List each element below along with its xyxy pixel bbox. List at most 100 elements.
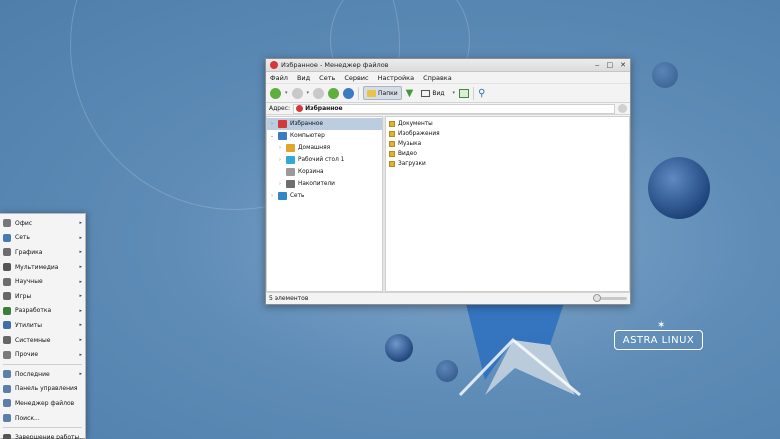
expand-arrow-icon[interactable]: › <box>277 157 283 163</box>
tree-item[interactable]: › Сеть <box>267 190 382 202</box>
expand-arrow-icon[interactable]: › <box>277 145 283 151</box>
app-icon <box>270 61 278 69</box>
tree-item[interactable]: › Рабочий стол 1 <box>267 154 382 166</box>
menu-file[interactable]: Файл <box>270 74 288 82</box>
start-menu-item[interactable]: Игры ▸ <box>0 289 85 304</box>
menu-category-icon <box>3 306 11 315</box>
start-menu-item-label: Научные <box>15 278 43 286</box>
start-menu-item-label: Сеть <box>15 234 30 242</box>
submenu-arrow-icon: ▸ <box>79 249 82 256</box>
view-label: Вид <box>432 89 445 97</box>
window-titlebar[interactable]: Избранное - Менеджер файлов ‒ □ ✕ <box>266 59 630 72</box>
start-menu-item-label: Поиск... <box>15 414 40 422</box>
menu-category-icon <box>3 248 11 257</box>
file-item[interactable]: Документы <box>386 119 629 129</box>
start-menu-item[interactable]: Разработка ▸ <box>0 304 85 319</box>
file-item[interactable]: Изображения <box>386 129 629 139</box>
home-nav-icon[interactable] <box>328 87 340 99</box>
menu-help[interactable]: Справка <box>423 74 452 82</box>
file-manager-window[interactable]: Избранное - Менеджер файлов ‒ □ ✕ Файл В… <box>265 58 631 305</box>
view-dropdown-icon[interactable]: ▾ <box>453 90 456 96</box>
astra-linux-logo: ASTRA LINUX <box>614 330 703 350</box>
expand-arrow-icon[interactable]: ⌄ <box>269 133 275 139</box>
file-list[interactable]: Документы Изображения Музыка Видео Загрузки <box>385 116 630 292</box>
drives-icon <box>286 180 295 188</box>
zoom-slider[interactable] <box>593 294 627 302</box>
zoom-slider-handle[interactable] <box>593 294 601 302</box>
start-menu-item[interactable]: Поиск... <box>0 411 85 426</box>
submenu-arrow-icon: ▸ <box>79 351 82 358</box>
tree-item[interactable]: ⌄ Компьютер <box>267 130 382 142</box>
refresh-icon[interactable] <box>343 87 355 99</box>
up-icon[interactable] <box>313 87 325 99</box>
menu-category-icon <box>3 233 11 242</box>
home-icon <box>286 144 295 152</box>
back-icon[interactable] <box>270 87 281 99</box>
start-menu-item[interactable]: Мультимедиа ▸ <box>0 260 85 275</box>
back-dropdown-icon[interactable]: ▾ <box>285 90 288 96</box>
start-menu-item[interactable]: Сеть ▸ <box>0 231 85 246</box>
start-menu: Офис ▸ Сеть ▸ Графика ▸ Мультимедиа ▸ Научные ▸ Иг… <box>0 213 86 439</box>
start-menu-item-label: Менеджер файлов <box>15 399 75 407</box>
view-button[interactable]: Вид <box>417 86 448 100</box>
menu-view[interactable]: Вид <box>297 74 310 82</box>
submenu-arrow-icon: ▸ <box>79 293 82 300</box>
expand-arrow-icon[interactable]: › <box>269 121 275 127</box>
address-bar: Адрес: Избранное <box>266 103 630 115</box>
file-item[interactable]: Видео <box>386 149 629 159</box>
menu-divider <box>3 363 82 365</box>
address-clear-icon[interactable] <box>618 104 627 113</box>
tree-item[interactable]: › Накопители <box>267 178 382 190</box>
filter-icon[interactable]: ▼ <box>406 88 414 99</box>
menu-settings[interactable]: Настройка <box>378 74 414 82</box>
start-menu-item[interactable]: Менеджер файлов <box>0 396 85 411</box>
computer-icon <box>278 132 287 140</box>
menu-service[interactable]: Сервис <box>344 74 368 82</box>
start-menu-item[interactable]: Прочие ▸ <box>0 347 85 362</box>
folder-tree[interactable]: › Избранное ⌄ Компьютер › Домашняя › Рабочий ст… <box>266 116 383 292</box>
maximize-icon[interactable]: □ <box>607 61 614 69</box>
menu-category-icon <box>3 370 11 379</box>
split-view-icon[interactable] <box>459 88 470 98</box>
start-menu-item[interactable]: Утилиты ▸ <box>0 318 85 333</box>
forward-icon[interactable] <box>291 87 303 99</box>
view-icon <box>421 89 431 97</box>
menu-network[interactable]: Сеть <box>319 74 335 82</box>
trash-icon <box>286 168 295 176</box>
start-menu-item[interactable]: Научные ▸ <box>0 274 85 289</box>
tree-item-label: Домашняя <box>298 145 331 151</box>
window-title: Избранное - Менеджер файлов <box>281 61 389 69</box>
folders-button[interactable]: Папки <box>363 86 402 100</box>
logout-item[interactable]: Завершение работы... <box>0 430 85 439</box>
expand-arrow-icon[interactable]: › <box>277 181 283 187</box>
address-input[interactable]: Избранное <box>293 103 615 114</box>
submenu-arrow-icon: ▸ <box>79 307 82 314</box>
start-menu-item[interactable]: Последние ▸ <box>0 367 85 382</box>
start-menu-item[interactable]: Офис ▸ <box>0 216 85 231</box>
tree-item[interactable]: › Домашняя <box>267 142 382 154</box>
toolbar-divider <box>358 86 360 100</box>
expand-arrow-icon[interactable]: › <box>269 193 275 199</box>
start-menu-item[interactable]: Графика ▸ <box>0 245 85 260</box>
menu-category-icon <box>3 219 11 228</box>
start-menu-item-label: Мультимедиа <box>15 263 59 271</box>
file-item[interactable]: Загрузки <box>386 159 629 169</box>
tree-item[interactable]: › Избранное <box>267 118 382 130</box>
logout-icon <box>3 433 11 439</box>
tree-item-label: Накопители <box>298 181 335 187</box>
submenu-arrow-icon: ▸ <box>79 234 82 241</box>
folder-icon <box>389 151 395 157</box>
submenu-arrow-icon: ▸ <box>79 278 82 285</box>
file-item[interactable]: Музыка <box>386 139 629 149</box>
tree-item[interactable]: Корзина <box>267 166 382 178</box>
toolbar-divider <box>473 86 475 100</box>
forward-dropdown-icon[interactable]: ▾ <box>307 90 310 96</box>
start-menu-item[interactable]: Панель управления <box>0 382 85 397</box>
search-icon[interactable]: ⚲ <box>478 88 485 99</box>
minimize-icon[interactable]: ‒ <box>595 61 599 69</box>
address-value: Избранное <box>305 105 343 112</box>
logout-label: Завершение работы... <box>15 434 85 439</box>
start-menu-item-label: Офис <box>15 219 33 227</box>
close-icon[interactable]: ✕ <box>620 61 626 69</box>
start-menu-item[interactable]: Системные ▸ <box>0 333 85 348</box>
